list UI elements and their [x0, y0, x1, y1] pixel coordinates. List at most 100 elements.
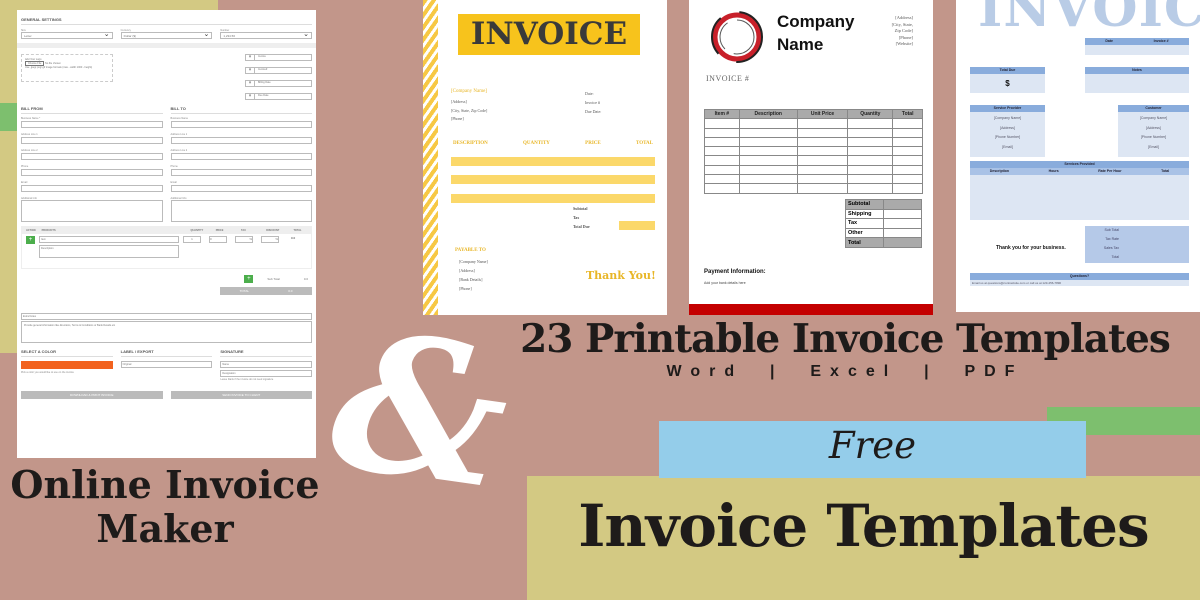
field-label: Address Line 1	[21, 133, 38, 136]
table-cell[interactable]	[796, 155, 849, 166]
table-cell[interactable]	[847, 155, 894, 166]
text-input[interactable]	[170, 169, 312, 176]
extra-notes-title[interactable]: Extra Notes	[21, 313, 312, 320]
table-cell[interactable]	[847, 183, 894, 194]
text-input[interactable]	[21, 185, 163, 192]
table-cell[interactable]	[738, 164, 798, 176]
party-line: [Phone Number]	[994, 135, 1021, 139]
select-dropdown[interactable]: Letter	[21, 30, 113, 39]
tax-input[interactable]: %	[235, 236, 253, 243]
price-input[interactable]: 0	[209, 236, 227, 243]
table-cell[interactable]	[892, 174, 923, 185]
table-cell[interactable]	[892, 146, 923, 157]
column-header: Total	[1161, 169, 1170, 173]
logo-upload-box[interactable]: Add Your Logo Choose File No file chosen…	[21, 54, 113, 82]
table-cell[interactable]	[704, 174, 740, 185]
table-cell[interactable]	[847, 164, 894, 176]
invoice-meta-fields: ▦ Invoice ▦ Invoice# ▦ Billing Date ▦ Due Date	[245, 54, 312, 106]
table-cell[interactable]	[847, 146, 894, 157]
text-input[interactable]	[170, 153, 312, 160]
text-input[interactable]	[170, 121, 312, 128]
select-dropdown[interactable]: Dollar ($)	[120, 30, 213, 39]
table-cell[interactable]	[738, 155, 798, 166]
item-input[interactable]: Item	[39, 236, 179, 243]
table-cell[interactable]	[796, 118, 849, 129]
table-cell[interactable]	[738, 183, 798, 194]
info-textarea[interactable]	[21, 200, 163, 222]
company-name: [Company Name]	[451, 89, 487, 94]
send-invoice-button[interactable]: SEND INVOICE TO CLIENT	[170, 391, 312, 399]
add-row-button[interactable]: +	[244, 275, 254, 283]
notes-box: Notes	[1085, 67, 1189, 93]
table-cell[interactable]	[892, 136, 923, 148]
table-cell[interactable]	[892, 155, 923, 166]
table-cell[interactable]	[704, 146, 740, 157]
table-cell[interactable]	[892, 183, 923, 194]
table-cell[interactable]	[738, 174, 798, 185]
table-cell[interactable]	[796, 174, 849, 185]
table-cell[interactable]	[738, 118, 798, 129]
text-input[interactable]	[21, 121, 163, 128]
table-cell[interactable]	[738, 146, 798, 157]
blue-invoice-template[interactable]: INVOICE DateInvoice # Total Due$ Notes S…	[956, 0, 1200, 312]
payable-line: [Phone]	[459, 286, 472, 291]
table-cell[interactable]	[847, 136, 894, 148]
select-dropdown[interactable]: 1,234.56	[220, 30, 313, 39]
table-cell[interactable]	[704, 155, 740, 166]
table-cell[interactable]	[796, 136, 849, 148]
table-cell[interactable]	[738, 127, 798, 138]
quantity-input[interactable]: 1	[183, 236, 201, 243]
table-cell[interactable]	[704, 118, 740, 129]
add-item-button[interactable]: +	[26, 236, 35, 244]
table-cell[interactable]	[704, 183, 740, 194]
red-footer-bar	[689, 304, 933, 315]
table-cell[interactable]	[892, 118, 923, 129]
column-header: TOTAL	[635, 141, 653, 146]
table-cell[interactable]	[847, 118, 894, 129]
signature-name-input[interactable]: Name	[220, 361, 313, 368]
table-cell[interactable]	[738, 136, 798, 148]
table-cell[interactable]	[796, 146, 849, 157]
notes-textarea[interactable]: Provide general information like directi…	[21, 321, 312, 343]
info-textarea[interactable]	[170, 200, 312, 222]
text-input[interactable]	[21, 137, 163, 144]
meta-field[interactable]: ▦ Invoice	[245, 54, 312, 61]
table-cell[interactable]	[796, 127, 849, 138]
text-input[interactable]	[170, 185, 312, 192]
color-picker[interactable]	[21, 361, 113, 369]
line-row	[451, 157, 655, 166]
table-cell[interactable]	[847, 127, 894, 138]
table-cell[interactable]	[704, 127, 740, 138]
table-cell[interactable]	[704, 164, 740, 176]
table-cell[interactable]	[796, 164, 849, 176]
signature-designation-input[interactable]: Designation	[220, 370, 313, 377]
header-row: Item # Description Unit Price Quantity Total	[704, 108, 923, 120]
field-label: Business Name *	[21, 117, 41, 120]
download-print-button[interactable]: DOWNLOAD & PRINT INVOICE	[21, 391, 163, 399]
table-cell[interactable]	[704, 136, 740, 148]
text-input[interactable]	[21, 153, 163, 160]
total-label: Tax	[573, 215, 580, 220]
field-label: Phone	[170, 165, 178, 168]
description-input[interactable]: Description	[39, 245, 179, 258]
table-cell[interactable]	[892, 164, 923, 176]
meta-field[interactable]: ▦ Invoice#	[245, 67, 312, 74]
company-invoice-template[interactable]: Company Name [Address] [City, State, Zip Co…	[689, 0, 933, 315]
party-line: [Address]	[1000, 125, 1015, 130]
discount-input[interactable]: %	[261, 236, 279, 243]
yellow-invoice-template[interactable]: INVOICE [Company Name] [Address] [City, S…	[423, 0, 667, 315]
meta-field[interactable]: ▦ Billing Date	[245, 80, 312, 87]
online-invoice-maker-title: Online Invoice Maker	[0, 463, 330, 551]
table-cell[interactable]	[847, 174, 894, 185]
field-label: Address Line 1	[170, 133, 188, 136]
thank-you: Thank You!	[586, 269, 656, 282]
meta-field[interactable]: ▦ Due Date	[245, 93, 312, 100]
text-input[interactable]	[170, 137, 312, 144]
table-cell[interactable]	[892, 127, 923, 138]
table-cell[interactable]	[796, 183, 849, 194]
label-input[interactable]: Original	[120, 361, 213, 368]
column-header: Rate Per Hour	[1098, 169, 1122, 173]
company-contact: [Address] [City, State, Zip Code] [Phone] [W…	[892, 15, 913, 48]
field-placeholder: Due Date	[258, 94, 269, 97]
text-input[interactable]	[21, 169, 163, 176]
